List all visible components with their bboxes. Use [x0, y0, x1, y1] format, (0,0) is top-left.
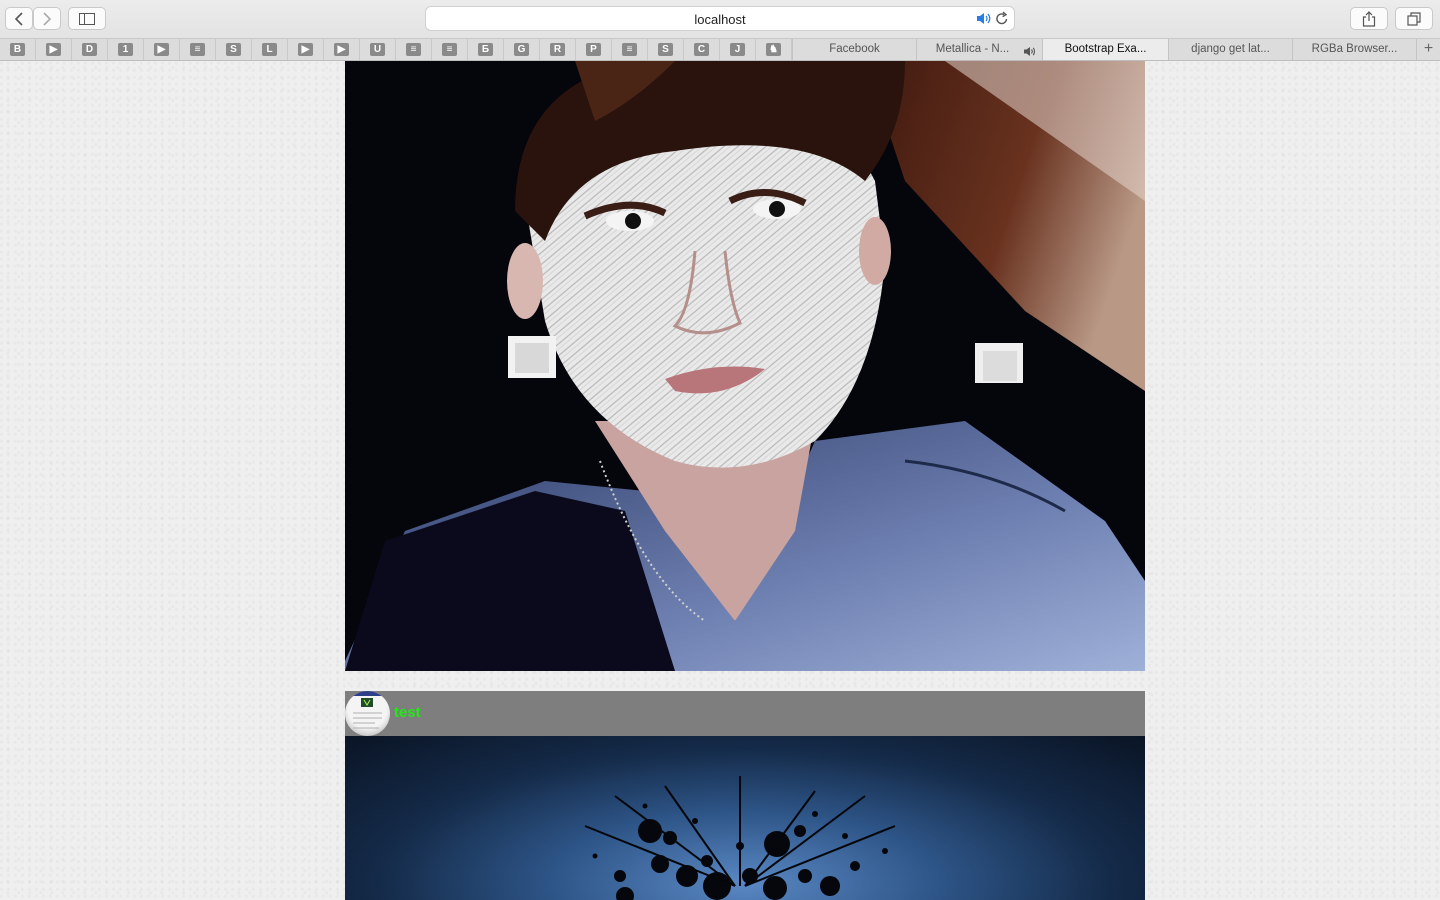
address-bar[interactable]: localhost [425, 6, 1015, 31]
pinned-tab[interactable]: U [360, 39, 396, 60]
tab-facebook[interactable]: Facebook [792, 39, 916, 60]
avatar[interactable] [345, 691, 390, 736]
pinned-tab[interactable]: ≡ [396, 39, 432, 60]
page-content: test [0, 61, 1440, 900]
speaker-icon[interactable] [976, 12, 992, 30]
portrait-image [345, 61, 1145, 671]
pinned-tab[interactable]: ▶ [36, 39, 72, 60]
pinned-tab[interactable]: ▶ [288, 39, 324, 60]
pinned-tab[interactable]: S [648, 39, 684, 60]
tab-label: django get lat... [1191, 43, 1270, 55]
pinned-tab[interactable]: ▶ [324, 39, 360, 60]
share-button[interactable] [1350, 7, 1388, 30]
pinned-tab[interactable]: ≡ [432, 39, 468, 60]
pinned-tab[interactable]: S [216, 39, 252, 60]
favicon-icon: ≡ [622, 43, 637, 56]
pinned-tab[interactable]: J [720, 39, 756, 60]
pinned-tab[interactable]: P [576, 39, 612, 60]
chevron-right-icon [43, 11, 52, 26]
favicon-icon: Б [478, 43, 493, 56]
favicon-icon: L [262, 43, 277, 56]
favicon-icon: 1 [118, 43, 133, 56]
post-header: test [345, 691, 1145, 736]
reload-icon[interactable] [995, 11, 1009, 31]
favicon-icon: ▶ [154, 43, 169, 56]
pinned-tab[interactable]: Б [468, 39, 504, 60]
pinned-tab[interactable]: L [252, 39, 288, 60]
browser-toolbar: localhost [0, 0, 1440, 38]
pinned-tab[interactable]: ▶ [144, 39, 180, 60]
favicon-icon: ≡ [442, 43, 457, 56]
tab-bootstrap[interactable]: Bootstrap Exa... [1042, 39, 1168, 60]
tab-bar: B ▶ D 1 ▶ ≡ S L ▶ ▶ U ≡ ≡ Б G R P ≡ S C J ♞ Facebook Metallic… [0, 38, 1440, 61]
tab-label: Metallica - N... [935, 43, 1010, 55]
favicon-icon: B [10, 43, 25, 56]
pinned-tab[interactable]: D [72, 39, 108, 60]
favicon-icon: P [586, 43, 601, 56]
tab-label: RGBa Browser... [1311, 43, 1398, 55]
favicon-icon: ▶ [46, 43, 61, 56]
pinned-tab[interactable]: 1 [108, 39, 144, 60]
tab-django[interactable]: django get lat... [1168, 39, 1292, 60]
post-username-link[interactable]: test [394, 704, 421, 721]
ink-splatter-image [584, 776, 896, 900]
post-image [345, 736, 1145, 900]
pinned-tab[interactable]: R [540, 39, 576, 60]
pinned-tab[interactable]: ≡ [612, 39, 648, 60]
avatar-image [345, 691, 390, 729]
tab-rgba[interactable]: RGBa Browser... [1292, 39, 1416, 60]
sidebar-icon [79, 12, 95, 25]
share-icon [1362, 10, 1376, 27]
favicon-icon: ▶ [298, 43, 313, 56]
tabs-icon [1407, 11, 1421, 26]
favicon-icon: ♞ [766, 43, 781, 56]
chevron-left-icon [14, 11, 23, 26]
sidebar-button[interactable] [68, 7, 106, 30]
tab-overview-button[interactable] [1395, 7, 1433, 30]
new-tab-button[interactable]: + [1416, 39, 1440, 60]
pinned-tab[interactable]: ♞ [756, 39, 792, 60]
favicon-icon: J [730, 43, 745, 56]
favicon-icon: ▶ [334, 43, 349, 56]
pinned-tab[interactable]: ≡ [180, 39, 216, 60]
favicon-icon: S [226, 43, 241, 56]
back-button[interactable] [5, 7, 33, 30]
tab-metallica[interactable]: Metallica - N... [916, 39, 1042, 60]
address-url[interactable]: localhost [426, 12, 1014, 27]
favicon-icon: S [658, 43, 673, 56]
profile-photo [345, 61, 1145, 671]
favicon-icon: R [550, 43, 565, 56]
speaker-icon[interactable] [1023, 44, 1036, 60]
tab-label: Facebook [829, 43, 880, 55]
forward-button[interactable] [33, 7, 61, 30]
pinned-tab[interactable]: G [504, 39, 540, 60]
pinned-tab[interactable]: C [684, 39, 720, 60]
favicon-icon: ≡ [406, 43, 421, 56]
favicon-icon: U [370, 43, 385, 56]
pinned-tab[interactable]: B [0, 39, 36, 60]
tab-label: Bootstrap Exa... [1064, 43, 1147, 55]
favicon-icon: G [514, 43, 529, 56]
favicon-icon: C [694, 43, 709, 56]
favicon-icon: D [82, 43, 97, 56]
favicon-icon: ≡ [190, 43, 205, 56]
